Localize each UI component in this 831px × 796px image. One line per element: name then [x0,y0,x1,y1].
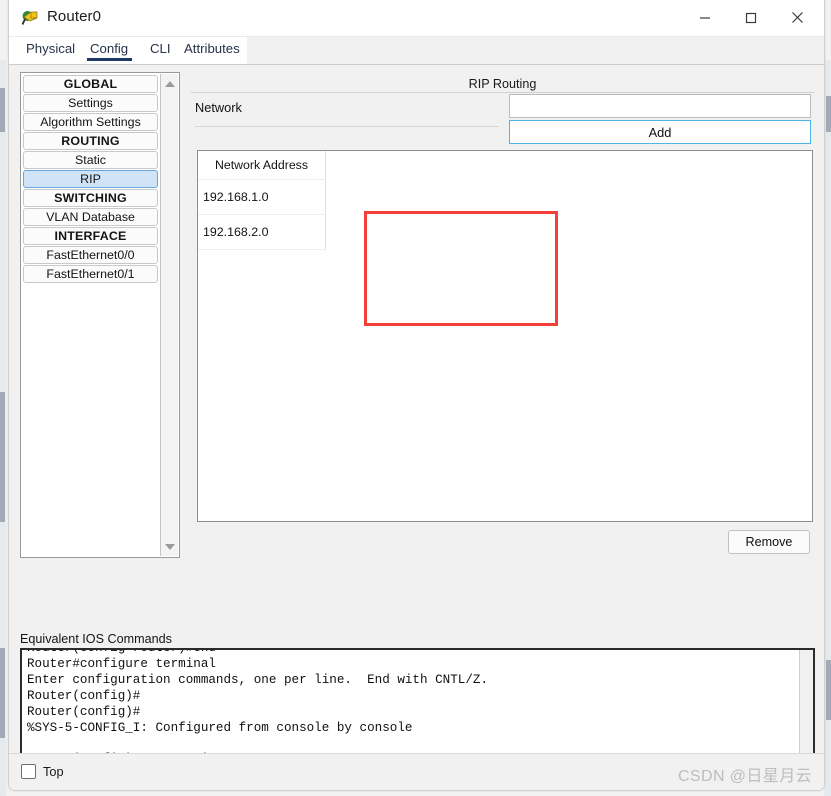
rip-routing-pane: RIP Routing Network Add Network Address … [191,72,814,558]
window-title: Router0 [47,8,102,25]
window-titlebar: Router0 [9,0,824,37]
bg-strip [0,88,5,132]
sidebar-item-fastethernet0-1[interactable]: FastEthernet0/1 [23,265,158,283]
sidebar-item-static[interactable]: Static [23,151,158,169]
table-row[interactable]: 192.168.2.0 [198,214,326,250]
triangle-up-icon [165,80,175,87]
bg-strip [0,648,5,738]
maximize-button[interactable] [728,0,774,35]
table-body: 192.168.1.0 192.168.2.0 [198,179,326,250]
network-input[interactable] [509,94,811,118]
sidebar-item-vlan-database[interactable]: VLAN Database [23,208,158,226]
tab-config[interactable]: Config [86,41,133,61]
add-button[interactable]: Add [509,120,811,144]
remove-button[interactable]: Remove [728,530,810,554]
config-body: GLOBAL Settings Algorithm Settings ROUTING S… [9,65,824,790]
sidebar-scroll-down-button[interactable] [161,538,179,555]
sidebar-item-global: GLOBAL [23,75,158,93]
top-checkbox-label: Top [43,764,64,779]
tab-attributes[interactable]: Attributes [184,41,240,58]
sidebar-list: GLOBAL Settings Algorithm Settings ROUTING S… [21,73,160,284]
triangle-down-icon [165,543,175,550]
close-button[interactable] [774,0,820,35]
config-sidebar: GLOBAL Settings Algorithm Settings ROUTING S… [20,72,180,558]
sidebar-scroll-up-button[interactable] [161,75,179,92]
table-cell-network-address: 192.168.2.0 [198,214,326,250]
sidebar-item-fastethernet0-0[interactable]: FastEthernet0/0 [23,246,158,264]
top-checkbox[interactable] [21,764,36,779]
table-header-row: Network Address [198,151,326,180]
column-header-network-address: Network Address [198,151,326,180]
watermark: CSDN @日星月云 [677,768,812,785]
tab-cli[interactable]: CLI [150,41,171,58]
network-table: Network Address 192.168.1.0 192.168.2.0 [198,151,326,250]
sidebar-item-routing: ROUTING [23,132,158,150]
router-icon [21,9,39,27]
tab-physical[interactable]: Physical [26,41,75,58]
router-config-window: Router0 Physical Config CLI Attributes G… [8,0,825,791]
sidebar-scrollbar[interactable] [160,74,178,556]
minimize-icon [699,12,711,24]
section-divider [191,92,814,93]
table-cell-network-address: 192.168.1.0 [198,179,326,215]
table-row[interactable]: 192.168.1.0 [198,179,326,215]
tab-bar: Physical Config CLI Attributes [9,37,824,65]
window-footer: Top CSDN @日星月云 [9,753,824,790]
close-icon [791,11,804,24]
sidebar-item-algorithm-settings[interactable]: Algorithm Settings [23,113,158,131]
bg-strip [826,660,831,720]
network-label: Network [195,100,242,115]
bg-strip [0,392,5,522]
bg-strip [826,96,831,132]
sidebar-item-settings[interactable]: Settings [23,94,158,112]
sidebar-item-interface: INTERFACE [23,227,158,245]
maximize-icon [745,12,757,24]
sidebar-item-rip[interactable]: RIP [23,170,158,188]
rip-section-title: RIP Routing [468,77,537,91]
minimize-button[interactable] [682,0,728,35]
sidebar-item-switching: SWITCHING [23,189,158,207]
network-table-frame: Network Address 192.168.1.0 192.168.2.0 [197,150,813,522]
ios-commands-label: Equivalent IOS Commands [20,632,172,646]
form-row-divider [195,126,499,127]
